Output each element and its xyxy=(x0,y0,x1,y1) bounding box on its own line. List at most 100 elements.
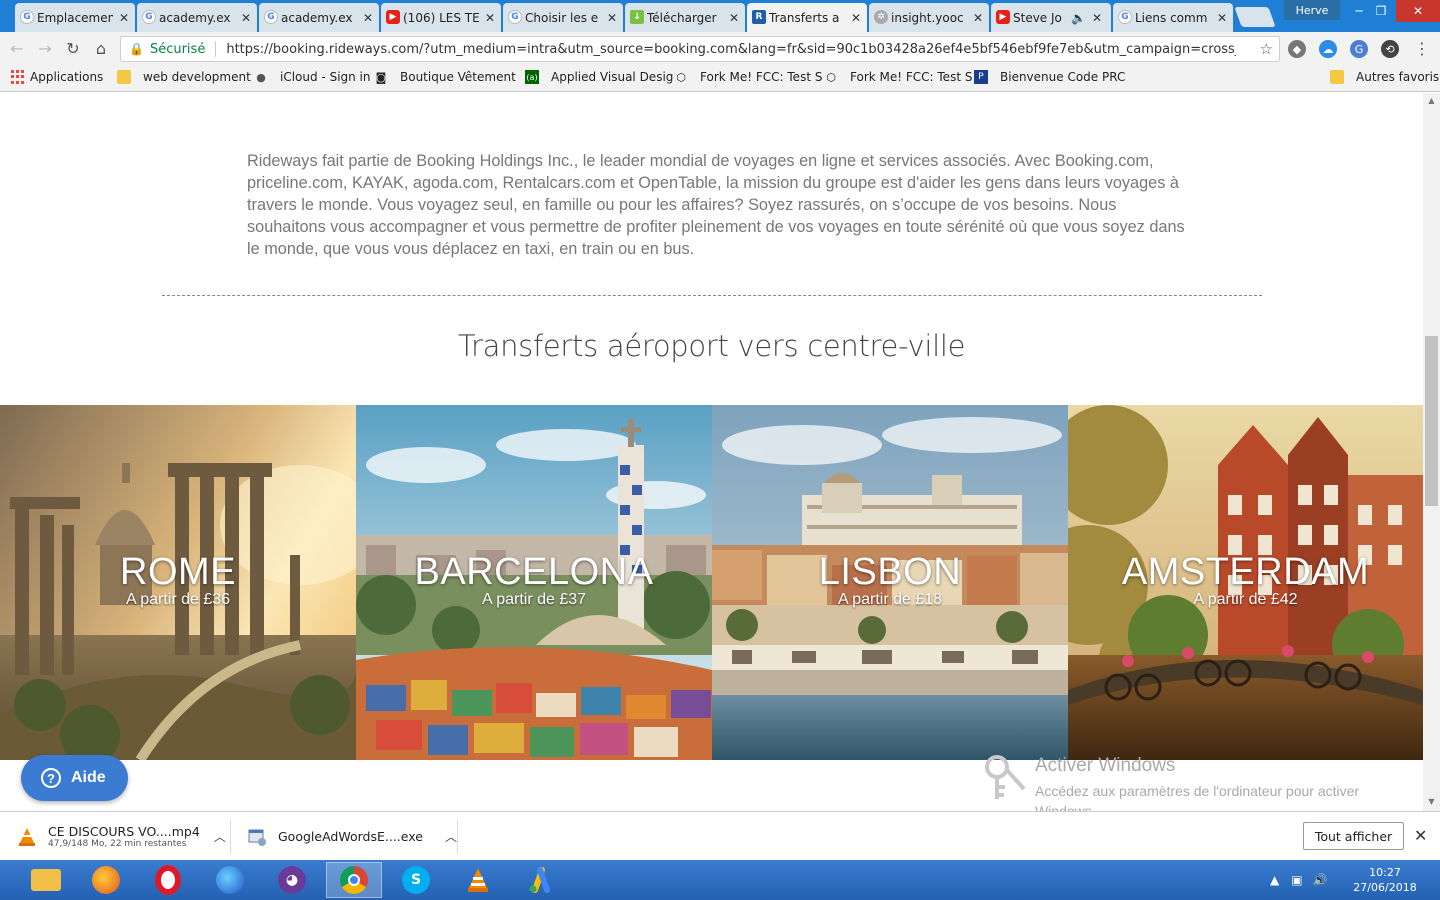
tab-8[interactable]: ▶ Steve Jo 🔈 ✕ xyxy=(991,3,1111,32)
network-icon[interactable]: ▣ xyxy=(1291,873,1302,887)
city-name: LISBON xyxy=(818,551,962,593)
intro-paragraph: Rideways fait partie de Booking Holdings… xyxy=(247,152,1185,258)
code-pro-icon: P xyxy=(974,70,988,84)
apple-icon: ● xyxy=(256,70,266,84)
city-card-barcelona[interactable]: BARCELONA A partir de £37 xyxy=(356,405,712,760)
sync-extension-icon[interactable]: ⟲ xyxy=(1381,40,1399,58)
scroll-thumb[interactable] xyxy=(1425,336,1438,506)
user-profile-button[interactable]: Herve xyxy=(1284,0,1340,20)
tray-expand-icon[interactable]: ▲ xyxy=(1270,873,1279,887)
page-scrollbar[interactable]: ▲ ▼ xyxy=(1423,93,1440,811)
back-arrow-icon[interactable]: ← xyxy=(6,37,28,59)
google-icon: G xyxy=(142,10,156,24)
forward-arrow-icon[interactable]: → xyxy=(34,37,56,59)
downloads-bar: CE DISCOURS VO....mp4 47,9/148 Mo, 22 mi… xyxy=(0,811,1440,860)
scroll-down-arrow-icon[interactable]: ▼ xyxy=(1426,797,1437,807)
maximize-icon[interactable]: ❐ xyxy=(1366,0,1396,22)
activate-text: Accédez aux paramètres de l'ordinateur p… xyxy=(1035,783,1360,811)
close-tab-icon[interactable]: ✕ xyxy=(729,11,739,25)
show-all-downloads-button[interactable]: Tout afficher xyxy=(1303,822,1404,850)
cat-app-icon[interactable]: ◕ xyxy=(264,862,320,898)
browser-tab-strip: G Emplacement ✕ Gacademy.ex ✕ Gacademy.ex ✕ … xyxy=(0,0,1440,32)
tab-5[interactable]: ↓ Télécharger ✕ xyxy=(625,3,745,32)
close-tab-icon[interactable]: ✕ xyxy=(1092,11,1102,25)
city-card-amsterdam[interactable]: AMSTERDAM A partir de £42 xyxy=(1068,405,1423,760)
city-price: A partir de £42 xyxy=(1193,591,1298,608)
adwords-logo-icon xyxy=(529,867,550,893)
firefox-dev-icon[interactable] xyxy=(202,862,258,898)
tab-7[interactable]: ✲ insight.yooc ✕ xyxy=(869,3,989,32)
city-name: BARCELONA xyxy=(414,551,654,593)
apps-grid-icon xyxy=(10,70,24,84)
tab-2[interactable]: Gacademy.ex ✕ xyxy=(259,3,379,32)
tab-0[interactable]: G Emplacement ✕ xyxy=(15,3,135,32)
tab-4[interactable]: G Choisir les e ✕ xyxy=(503,3,623,32)
address-bar[interactable]: 🔒 Sécurisé https://booking.rideways.com/… xyxy=(120,36,1280,62)
city-name: AMSTERDAM xyxy=(1121,551,1370,593)
cloud-extension-icon[interactable]: ☁ xyxy=(1319,40,1337,58)
window-close-icon[interactable]: ✕ xyxy=(1396,0,1440,22)
tab-6-active[interactable]: R Transferts a ✕ xyxy=(747,3,867,32)
adwords-icon[interactable] xyxy=(512,862,568,898)
bookmark-bienvenue[interactable]: P Bienvenue Code PRC xyxy=(974,70,1125,84)
city-card-rome[interactable]: ROME A partir de £36 xyxy=(0,405,356,760)
youtube-icon: ▶ xyxy=(386,10,400,24)
help-button[interactable]: ? Aide xyxy=(21,755,128,801)
key-icon xyxy=(985,755,1026,799)
bookmark-fork-me-1[interactable]: ⬡ Fork Me! FCC: Test S xyxy=(674,70,822,84)
reload-icon[interactable]: ↻ xyxy=(62,37,84,59)
close-tab-icon[interactable]: ✕ xyxy=(851,11,861,25)
extension-icon[interactable]: ◆ xyxy=(1288,40,1306,58)
close-tab-icon[interactable]: ✕ xyxy=(607,11,617,25)
bookmark-star-icon[interactable]: ☆ xyxy=(1260,40,1273,58)
bookmark-applied-visual[interactable]: (a) Applied Visual Desig xyxy=(525,70,673,84)
close-tab-icon[interactable]: ✕ xyxy=(1217,11,1227,25)
close-downloads-icon[interactable]: ✕ xyxy=(1414,826,1427,845)
audio-icon[interactable]: 🔈 xyxy=(1071,11,1086,25)
close-tab-icon[interactable]: ✕ xyxy=(363,11,373,25)
new-tab-button[interactable] xyxy=(1234,7,1276,27)
google-icon: G xyxy=(20,10,34,24)
file-explorer-icon[interactable] xyxy=(18,862,74,898)
google-icon: G xyxy=(1118,10,1132,24)
bookmark-web-development[interactable]: web development xyxy=(117,70,251,84)
system-clock[interactable]: 10:27 27/06/2018 xyxy=(1350,865,1420,895)
download-item-exe[interactable]: GoogleAdWordsE....exe ︿ xyxy=(246,812,457,861)
close-tab-icon[interactable]: ✕ xyxy=(485,11,495,25)
bookmark-boutique[interactable]: ◙ Boutique Vêtement xyxy=(374,70,516,84)
bookmark-applications[interactable]: Applications xyxy=(10,70,103,84)
chrome-icon[interactable] xyxy=(326,862,382,898)
bookmark-icloud[interactable]: ● iCloud - Sign in xyxy=(254,70,370,84)
city-card-lisbon[interactable]: LISBON A partir de £18 xyxy=(712,405,1068,760)
bookmark-fork-me-2[interactable]: ⬡ Fork Me! FCC: Test S xyxy=(824,70,972,84)
translate-extension-icon[interactable]: G xyxy=(1350,40,1368,58)
url-text[interactable]: https://booking.rideways.com/?utm_medium… xyxy=(226,42,1236,57)
vlc-file-icon xyxy=(19,827,35,846)
tab-1[interactable]: Gacademy.ex ✕ xyxy=(137,3,257,32)
volume-icon[interactable]: 🔊 xyxy=(1313,873,1328,887)
bookmark-other-favorites[interactable]: Autres favoris xyxy=(1330,70,1439,84)
codepen-icon: ⬡ xyxy=(826,70,836,84)
vlc-cone-icon xyxy=(468,868,488,892)
vlc-icon[interactable] xyxy=(450,862,506,898)
opera-icon[interactable] xyxy=(140,862,196,898)
menu-kebab-icon[interactable]: ⋮ xyxy=(1411,37,1433,59)
download-icon: ↓ xyxy=(630,10,644,24)
youtube-icon: ▶ xyxy=(996,10,1010,24)
tab-9[interactable]: G Liens comm ✕ xyxy=(1113,3,1233,32)
lock-icon: 🔒 xyxy=(129,42,144,56)
google-icon: G xyxy=(508,10,522,24)
close-tab-icon[interactable]: ✕ xyxy=(973,11,983,25)
chevron-up-icon[interactable]: ︿ xyxy=(214,828,226,845)
home-icon[interactable]: ⌂ xyxy=(90,37,112,59)
firefox-icon[interactable] xyxy=(78,862,134,898)
skype-icon[interactable]: S xyxy=(388,862,444,898)
fcc-icon: (a) xyxy=(525,70,539,84)
download-item-video[interactable]: CE DISCOURS VO....mp4 47,9/148 Mo, 22 mi… xyxy=(16,812,226,861)
chevron-up-icon[interactable]: ︿ xyxy=(445,828,457,845)
scroll-up-arrow-icon[interactable]: ▲ xyxy=(1426,96,1437,106)
google-icon: G xyxy=(264,10,278,24)
tab-3[interactable]: ▶ (106) LES TE ✕ xyxy=(381,3,501,32)
close-tab-icon[interactable]: ✕ xyxy=(241,11,251,25)
close-tab-icon[interactable]: ✕ xyxy=(119,11,129,25)
